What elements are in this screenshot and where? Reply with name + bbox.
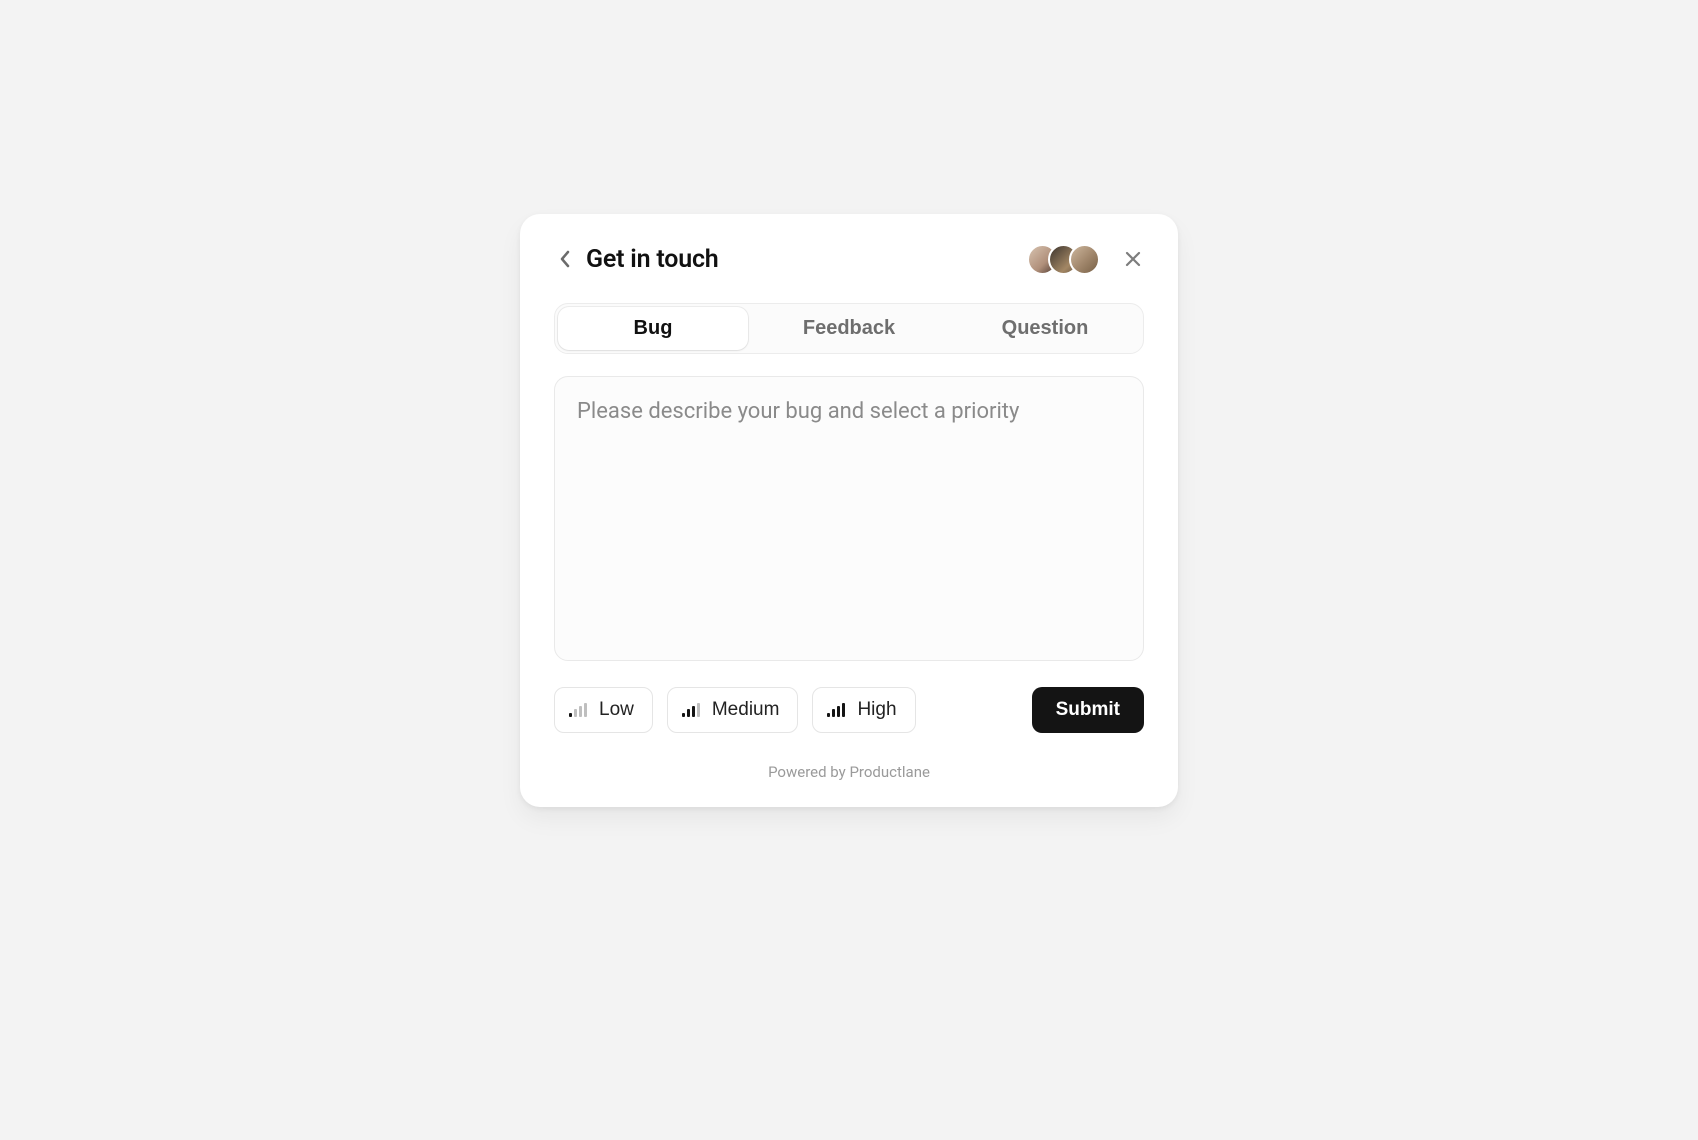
dialog-header: Get in touch (554, 244, 1144, 275)
tab-bug[interactable]: Bug (558, 307, 748, 350)
team-avatars (1027, 244, 1100, 275)
chevron-left-icon (559, 250, 571, 268)
avatar (1069, 244, 1100, 275)
priority-group: Low Medium High (554, 687, 916, 733)
signal-high-icon (827, 703, 845, 717)
submit-button[interactable]: Submit (1032, 687, 1144, 733)
priority-high-button[interactable]: High (812, 687, 915, 733)
signal-low-icon (569, 703, 587, 717)
close-button[interactable] (1122, 248, 1144, 270)
priority-label: Low (599, 699, 634, 721)
priority-medium-button[interactable]: Medium (667, 687, 799, 733)
signal-medium-icon (682, 703, 700, 717)
dialog-title: Get in touch (586, 245, 719, 274)
close-icon (1124, 250, 1142, 268)
category-tabs: Bug Feedback Question (554, 303, 1144, 354)
back-button[interactable] (554, 248, 576, 270)
powered-by-label: Powered by Productlane (554, 763, 1144, 781)
header-left: Get in touch (554, 245, 719, 274)
priority-label: Medium (712, 699, 780, 721)
description-textarea[interactable] (554, 376, 1144, 661)
header-right (1027, 244, 1144, 275)
priority-label: High (857, 699, 896, 721)
tab-question[interactable]: Question (950, 307, 1140, 350)
tab-feedback[interactable]: Feedback (754, 307, 944, 350)
dialog-footer: Low Medium High (554, 687, 1144, 733)
priority-low-button[interactable]: Low (554, 687, 653, 733)
feedback-dialog: Get in touch Bug Feedback Question (520, 214, 1178, 807)
